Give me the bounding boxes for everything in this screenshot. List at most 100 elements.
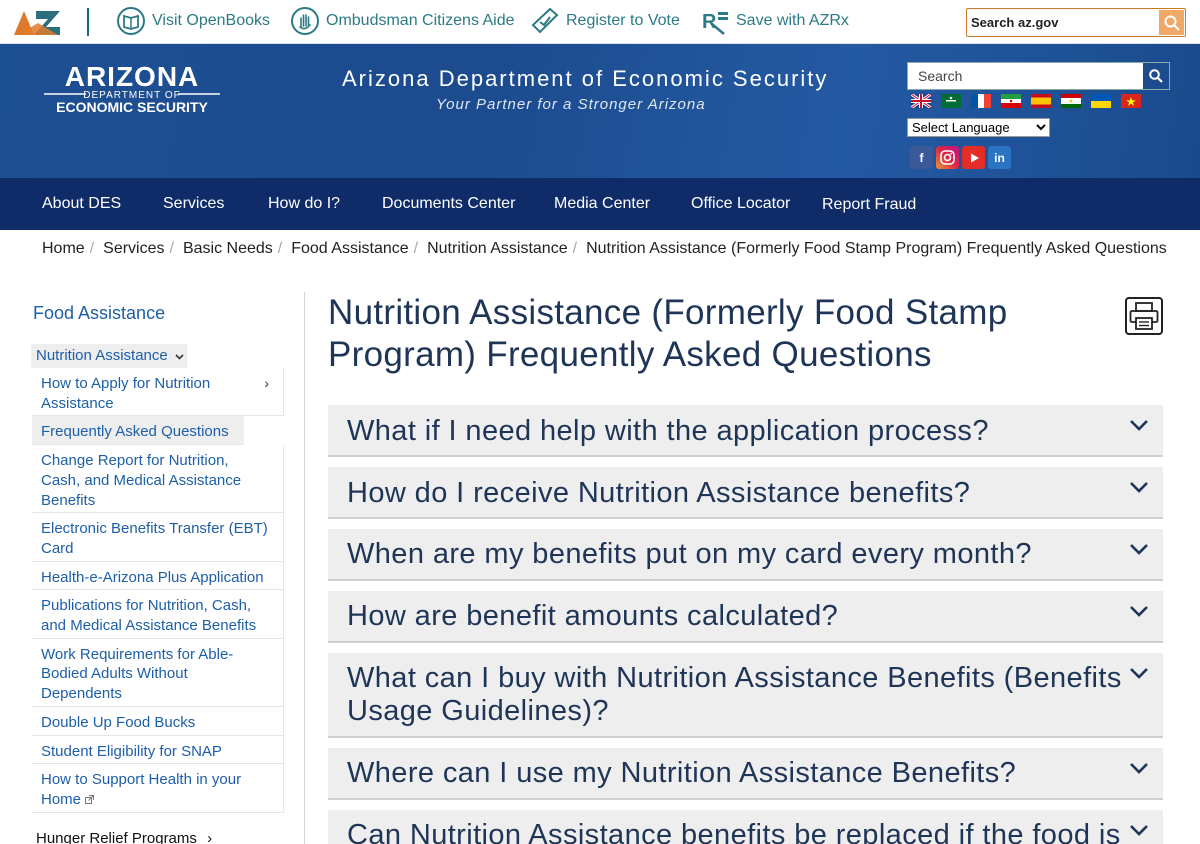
sidebar-item-label: Publications for Nutrition, Cash, and Me… [41, 597, 257, 635]
sidebar-item-change-report[interactable]: Change Report for Nutrition, Cash, and M… [32, 445, 284, 514]
az-gov-search-button[interactable] [1159, 10, 1184, 35]
sidebar-item-label: Electronic Benefits Transfer (EBT) Card [41, 520, 268, 557]
sidebar-item-double-up-food-bucks[interactable]: Double Up Food Bucks [32, 706, 284, 736]
social-links: f in [910, 146, 1011, 169]
breadcrumb-services[interactable]: Services [103, 240, 164, 258]
faq-item-replace-benefits[interactable]: Can Nutrition Assistance benefits be rep… [328, 810, 1163, 844]
faq-item-usage-guidelines[interactable]: What can I buy with Nutrition Assistance… [328, 653, 1163, 738]
chevron-down-icon [1130, 420, 1148, 431]
breadcrumb-separator: / [169, 240, 174, 257]
az-gov-logo-icon[interactable] [14, 7, 62, 35]
des-logo[interactable]: ARIZONA DEPARTMENT OF ECONOMIC SECURITY [44, 61, 220, 115]
printer-icon [1129, 302, 1159, 330]
site-search [907, 62, 1170, 90]
chevron-right-icon[interactable]: › [264, 374, 269, 394]
az-gov-topbar: Visit OpenBooks Ombudsman Citizens Aide … [0, 0, 1200, 44]
search-icon [1149, 69, 1163, 83]
svg-text:R: R [702, 11, 717, 33]
external-link-icon [85, 794, 95, 804]
nav-media-center[interactable]: Media Center [554, 195, 650, 213]
sidebar-item-support-health[interactable]: How to Support Health in your Home [32, 764, 284, 813]
nav-report-fraud[interactable]: Report Fraud [822, 196, 916, 214]
sidebar-item-label: Work Requirements for Able-Bodied Adults… [41, 645, 234, 703]
sidebar-menu: How to Apply for Nutrition Assistance › … [32, 368, 284, 813]
sidebar-item-how-to-apply[interactable]: How to Apply for Nutrition Assistance › [32, 368, 284, 417]
faq-question: When are my benefits put on my card ever… [347, 538, 1032, 570]
az-gov-search [966, 8, 1186, 37]
sidebar-item-work-requirements[interactable]: Work Requirements for Able-Bodied Adults… [32, 638, 284, 707]
site-search-button[interactable] [1143, 63, 1169, 89]
print-button[interactable] [1125, 297, 1163, 335]
agency-tagline: Your Partner for a Stronger Arizona [436, 96, 706, 113]
sidebar-item-label: Student Eligibility for SNAP [41, 742, 222, 760]
vietnam-flag-icon[interactable] [1121, 94, 1141, 108]
site-header: ARIZONA DEPARTMENT OF ECONOMIC SECURITY … [0, 44, 1200, 178]
sidebar-item-faq[interactable]: Frequently Asked Questions [32, 416, 244, 446]
sidebar-item-ebt-card[interactable]: Electronic Benefits Transfer (EBT) Card [32, 513, 284, 562]
instagram-icon[interactable] [936, 146, 959, 169]
visit-openbooks-link[interactable]: Visit OpenBooks [116, 6, 270, 36]
breadcrumb: Home / Services / Basic Needs / Food Assist… [42, 240, 1167, 258]
sidebar-item-label: How to Apply for Nutrition Assistance [41, 375, 211, 412]
topbar-divider [87, 8, 89, 36]
iran-flag-icon[interactable] [1001, 94, 1021, 108]
faq-item-benefit-timing[interactable]: When are my benefits put on my card ever… [328, 529, 1163, 581]
agency-title: Arizona Department of Economic Security [342, 66, 829, 91]
save-with-azrx-link[interactable]: R Save with AZRx [700, 6, 849, 36]
breadcrumb-separator: / [89, 240, 95, 257]
nav-about-des[interactable]: About DES [42, 195, 121, 213]
sidebar-item-health-e-arizona[interactable]: Health-e-Arizona Plus Application [32, 561, 284, 591]
sidebar-item-label: Hunger Relief Programs [36, 830, 197, 844]
breadcrumb-home[interactable]: Home [42, 240, 85, 258]
uk-flag-icon[interactable] [911, 94, 931, 108]
chevron-down-icon [1130, 668, 1148, 679]
visit-openbooks-label: Visit OpenBooks [152, 12, 270, 29]
faq-question: Can Nutrition Assistance benefits be rep… [347, 819, 1121, 844]
facebook-icon[interactable]: f [910, 146, 933, 169]
chevron-down-icon [1130, 544, 1148, 555]
faq-question: Where can I use my Nutrition Assistance … [347, 757, 1017, 789]
faq-item-receive-benefits[interactable]: How do I receive Nutrition Assistance be… [328, 467, 1163, 519]
ballot-icon [531, 7, 559, 34]
site-search-input[interactable] [918, 66, 1138, 86]
language-select[interactable]: Select Language [907, 118, 1050, 137]
chevron-down-icon [1130, 606, 1148, 617]
search-icon [1164, 15, 1180, 31]
language-flags [911, 94, 1141, 108]
nav-how-do-i[interactable]: How do I? [268, 195, 340, 213]
svg-text:ECONOMIC SECURITY: ECONOMIC SECURITY [56, 99, 208, 115]
sidebar-item-hunger-relief[interactable]: Hunger Relief Programs › [36, 830, 212, 844]
breadcrumb-basic-needs[interactable]: Basic Needs [183, 240, 273, 258]
spain-flag-icon[interactable] [1031, 94, 1051, 108]
openbooks-icon [117, 7, 145, 35]
nav-documents-center[interactable]: Documents Center [382, 195, 515, 213]
faq-question: What if I need help with the application… [347, 415, 989, 447]
faq-question: How do I receive Nutrition Assistance be… [347, 477, 971, 509]
faq-item-where-to-use[interactable]: Where can I use my Nutrition Assistance … [328, 748, 1163, 800]
linkedin-icon[interactable]: in [988, 146, 1011, 169]
sidebar-heading-food-assistance[interactable]: Food Assistance [33, 303, 165, 324]
tajikistan-flag-icon[interactable] [1061, 94, 1081, 108]
sidebar-item-label: Health-e-Arizona Plus Application [41, 568, 264, 586]
breadcrumb-nutrition-assistance[interactable]: Nutrition Assistance [427, 240, 568, 258]
saudi-flag-icon[interactable] [941, 94, 961, 108]
faq-question: What can I buy with Nutrition Assistance… [347, 662, 1122, 727]
sidebar-parent-nutrition-assistance[interactable]: Nutrition Assistance [31, 344, 187, 368]
youtube-icon[interactable] [962, 146, 985, 169]
sidebar-item-student-eligibility[interactable]: Student Eligibility for SNAP [32, 735, 284, 765]
breadcrumb-separator: / [277, 240, 283, 257]
register-to-vote-link[interactable]: Register to Vote [530, 6, 680, 36]
sidebar-item-publications[interactable]: Publications for Nutrition, Cash, and Me… [32, 590, 284, 639]
nav-services[interactable]: Services [163, 195, 224, 213]
breadcrumb-separator: / [413, 240, 419, 257]
ukraine-flag-icon[interactable] [1091, 94, 1111, 108]
az-gov-search-input[interactable] [971, 12, 1157, 33]
breadcrumb-food-assistance[interactable]: Food Assistance [291, 240, 408, 258]
nav-office-locator[interactable]: Office Locator [691, 195, 790, 213]
ombudsman-link[interactable]: Ombudsman Citizens Aide [290, 6, 515, 36]
sidebar-divider [304, 292, 305, 844]
faq-item-application-help[interactable]: What if I need help with the application… [328, 405, 1163, 457]
sidebar-item-label: Change Report for Nutrition, Cash, and M… [41, 452, 242, 509]
faq-item-benefit-amounts[interactable]: How are benefit amounts calculated? [328, 591, 1163, 643]
france-flag-icon[interactable] [971, 94, 991, 108]
